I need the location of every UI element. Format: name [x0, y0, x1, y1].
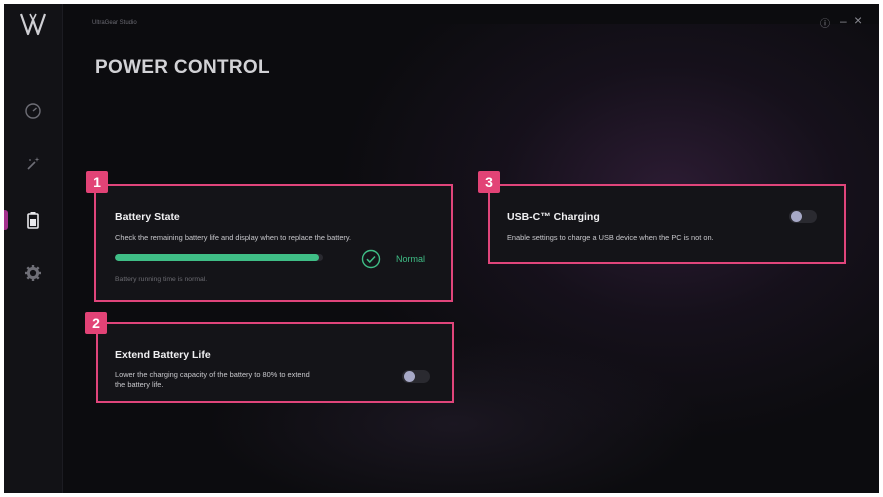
magic-wand-icon — [27, 157, 40, 170]
extend-battery-description-line1: Lower the charging capacity of the batte… — [115, 370, 310, 379]
toggle-knob — [791, 211, 802, 222]
battery-icon — [27, 212, 39, 229]
sidebar-item-power[interactable] — [4, 202, 62, 238]
battery-state-description: Check the remaining battery life and dis… — [115, 233, 352, 242]
battery-note: Battery running time is normal. — [115, 276, 208, 283]
sidebar — [4, 4, 63, 493]
usb-c-charging-card — [488, 184, 846, 264]
extend-battery-toggle[interactable] — [402, 370, 430, 383]
toggle-knob — [404, 371, 415, 382]
usb-c-charging-toggle[interactable] — [789, 210, 817, 223]
sidebar-item-performance[interactable] — [4, 93, 62, 129]
callout-badge-2: 2 — [85, 312, 107, 334]
check-circle-icon — [361, 249, 381, 269]
page-title: POWER CONTROL — [95, 57, 270, 78]
minimize-button[interactable]: – — [840, 14, 847, 28]
battery-status-text: Normal — [396, 254, 426, 264]
callout-badge-3: 3 — [478, 171, 500, 193]
extend-battery-description-line2: the battery life. — [115, 380, 164, 389]
usb-c-charging-description: Enable settings to charge a USB device w… — [507, 233, 714, 242]
info-icon[interactable]: ⓘ — [820, 15, 830, 30]
battery-state-title: Battery State — [115, 211, 180, 223]
battery-progress-bar — [115, 254, 323, 261]
extend-battery-title: Extend Battery Life — [115, 349, 211, 361]
speedometer-icon — [25, 103, 41, 119]
callout-badge-1: 1 — [86, 171, 108, 193]
app-title: UltraGear Studio — [92, 20, 137, 26]
sidebar-item-effects[interactable] — [4, 146, 62, 182]
usb-c-charging-title: USB-C™ Charging — [507, 211, 600, 223]
sidebar-item-settings[interactable] — [4, 255, 62, 291]
app-window: UltraGear Studio ⓘ – × POWER CONTROL 1 B… — [4, 4, 879, 493]
battery-progress-fill — [115, 254, 319, 261]
ultragear-logo-icon — [19, 13, 47, 36]
close-button[interactable]: × — [854, 12, 862, 28]
gear-icon — [25, 265, 41, 281]
